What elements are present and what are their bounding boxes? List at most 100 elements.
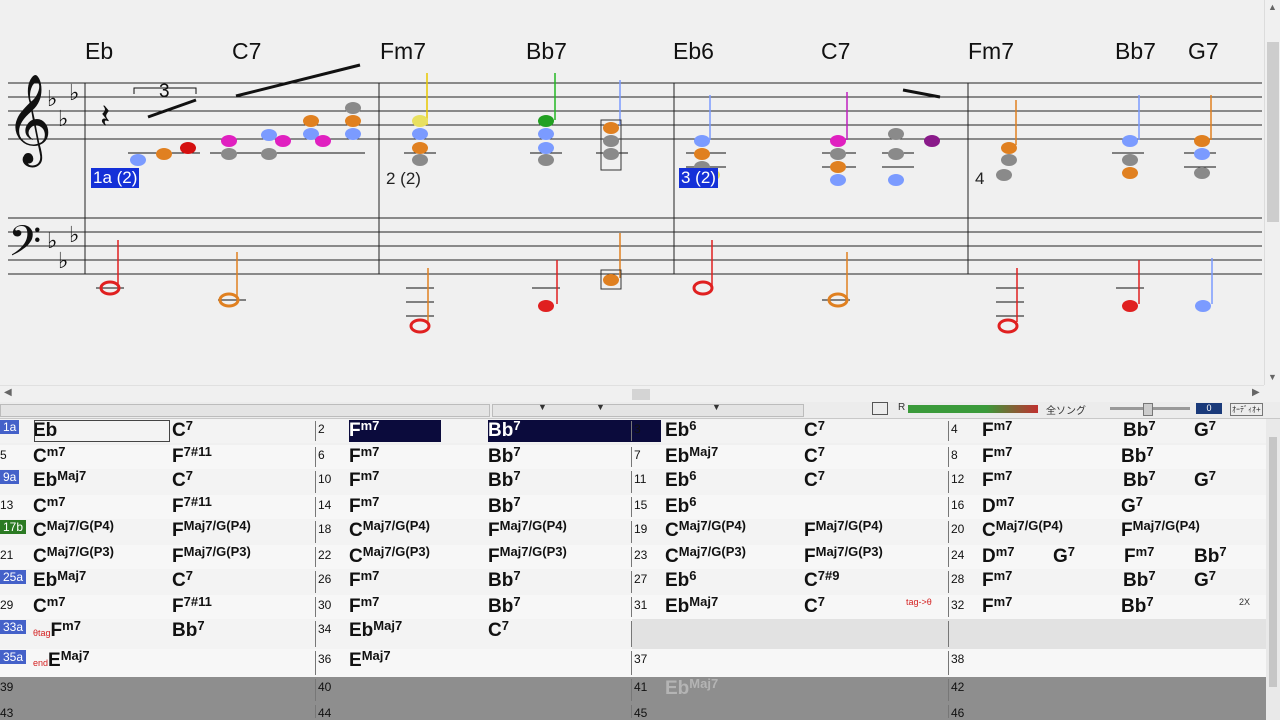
chord-symbol[interactable]: Fm7 xyxy=(982,594,1012,618)
bar-number[interactable]: 16 xyxy=(951,498,964,512)
chord-symbol[interactable]: C7 xyxy=(804,444,825,468)
part-marker[interactable]: 17b xyxy=(0,520,27,534)
chord-symbol[interactable]: C7 xyxy=(804,468,825,492)
chord-symbol[interactable]: Eb6 xyxy=(665,418,697,442)
bar-number[interactable]: 32 xyxy=(951,598,964,612)
chord-symbol[interactable]: Bb7 xyxy=(172,618,205,642)
chord-symbol[interactable]: FMaj7/G(P3) xyxy=(804,544,883,568)
bar-number[interactable]: 2 xyxy=(318,422,325,436)
chord-symbol[interactable]: CMaj7/G(P4) xyxy=(665,518,746,542)
chord-symbol[interactable]: EbMaj7 xyxy=(349,618,402,642)
chord-symbol[interactable]: F7#11 xyxy=(172,444,212,468)
chord-symbol[interactable]: Fm7 xyxy=(982,418,1012,442)
chord-symbol[interactable]: Eb6 xyxy=(665,468,697,492)
chord-symbol[interactable]: EbMaj7 xyxy=(665,594,718,618)
bar-number[interactable]: 5 xyxy=(0,448,7,462)
chord-symbol[interactable]: Eb6 xyxy=(665,568,697,592)
scroll-down-icon[interactable]: ▼ xyxy=(1268,372,1277,382)
bar-number[interactable]: 12 xyxy=(951,472,964,486)
chord-symbol[interactable]: Cm7 xyxy=(33,594,66,618)
bar-number[interactable]: 29 xyxy=(0,598,13,612)
bar-number[interactable]: 46 xyxy=(951,706,964,720)
bar-number[interactable]: 3 xyxy=(634,422,641,436)
section-label[interactable]: 1a (2) xyxy=(91,168,140,188)
chord-symbol[interactable]: G7 xyxy=(1121,494,1143,518)
bar-number[interactable]: 6 xyxy=(318,448,325,462)
bar-number[interactable]: 26 xyxy=(318,572,331,586)
chord-symbol[interactable]: EbMaj7 xyxy=(33,468,86,492)
toolbar-panel[interactable] xyxy=(0,404,490,417)
chord-symbol[interactable]: Bb7 xyxy=(1121,444,1154,468)
chord-symbol[interactable]: endEMaj7 xyxy=(33,648,90,672)
chord-symbol[interactable]: Fm7 xyxy=(349,494,379,518)
monitor-icon[interactable] xyxy=(872,402,888,415)
chord-symbol[interactable]: C7 xyxy=(804,594,825,618)
chord-symbol[interactable]: C7 xyxy=(172,468,193,492)
bar-number[interactable]: 27 xyxy=(634,572,647,586)
chord-symbol[interactable]: Fm7 xyxy=(349,594,379,618)
section-label[interactable]: 3 (2) xyxy=(679,168,718,188)
chord-symbol[interactable]: CMaj7/G(P4) xyxy=(349,518,430,542)
chord-symbol[interactable]: CMaj7/G(P3) xyxy=(349,544,430,568)
chord-symbol[interactable]: EbMaj7 xyxy=(33,568,86,592)
chord-symbol[interactable]: G7 xyxy=(1194,418,1216,442)
bar-number[interactable]: 23 xyxy=(634,548,647,562)
chord-symbol[interactable]: CMaj7/G(P3) xyxy=(665,544,746,568)
bar-number[interactable]: 10 xyxy=(318,472,331,486)
chord-symbol[interactable]: Fm7 xyxy=(349,444,379,468)
bar-number[interactable]: 41 xyxy=(634,680,647,694)
scroll-left-icon[interactable]: ◀ xyxy=(4,387,12,398)
chord-symbol[interactable]: Fm7 xyxy=(1124,544,1154,568)
chord-symbol[interactable]: Dm7 xyxy=(982,544,1015,568)
chord-symbol[interactable]: FMaj7/G(P4) xyxy=(804,518,883,542)
bar-number[interactable]: 15 xyxy=(634,498,647,512)
chord-symbol[interactable]: FMaj7/G(P4) xyxy=(172,518,251,542)
chord-symbol[interactable]: C7 xyxy=(172,418,193,442)
chord-symbol[interactable]: Bb7 xyxy=(1121,594,1154,618)
bar-number[interactable]: 30 xyxy=(318,598,331,612)
chord-symbol[interactable]: Cm7 xyxy=(33,444,66,468)
chord-symbol[interactable]: EbMaj7 xyxy=(665,444,718,468)
edit-cursor[interactable] xyxy=(34,420,170,442)
chord-symbol[interactable]: C7 xyxy=(488,618,509,642)
chord-symbol[interactable]: G7 xyxy=(1194,468,1216,492)
bar-number[interactable]: 7 xyxy=(634,448,641,462)
chord-symbol[interactable]: FMaj7/G(P3) xyxy=(172,544,251,568)
chord-symbol[interactable]: Fm7 xyxy=(349,568,379,592)
chord-symbol[interactable]: FMaj7/G(P3) xyxy=(488,544,567,568)
dropdown-arrow-icon[interactable]: ▼ xyxy=(538,402,547,412)
bar-number[interactable]: 4 xyxy=(951,422,958,436)
dropdown-arrow-icon[interactable]: ▼ xyxy=(712,402,721,412)
chord-symbol[interactable]: F7#11 xyxy=(172,594,212,618)
part-marker[interactable]: 33a xyxy=(0,620,27,634)
notation-horizontal-scrollbar[interactable]: ◀ ▶ xyxy=(0,385,1264,403)
bar-number[interactable]: 34 xyxy=(318,622,331,636)
bar-number[interactable]: 19 xyxy=(634,522,647,536)
notation-view[interactable]: 𝄞 𝄢 ♭ ♭ ♭ ♭ ♭ ♭ 𝄽 Eb C7 Fm7 Bb7 Eb6 C7 F… xyxy=(0,0,1262,385)
chord-symbol[interactable]: G7 xyxy=(1053,544,1075,568)
bar-number[interactable]: 44 xyxy=(318,706,331,720)
scroll-right-icon[interactable]: ▶ xyxy=(1252,387,1260,398)
chord-symbol[interactable]: Bb7 xyxy=(1123,468,1156,492)
chord-symbol[interactable]: Fm7 xyxy=(982,468,1012,492)
scroll-thumb[interactable] xyxy=(1269,437,1277,687)
chord-symbol[interactable]: Bb7 xyxy=(1194,544,1227,568)
chord-symbol[interactable]: θtagFm7 xyxy=(33,618,81,642)
bar-number[interactable]: 43 xyxy=(0,706,13,720)
bar-number[interactable]: 40 xyxy=(318,680,331,694)
chord-symbol[interactable]: Bb7 xyxy=(488,568,521,592)
chord-symbol[interactable]: C7 xyxy=(172,568,193,592)
chord-symbol[interactable]: Bb7 xyxy=(1123,568,1156,592)
bar-number[interactable]: 13 xyxy=(0,498,13,512)
scroll-thumb[interactable] xyxy=(1267,42,1279,222)
chord-symbol[interactable]: EbMaj7 xyxy=(665,676,718,700)
chord-symbol[interactable]: CMaj7/G(P3) xyxy=(33,544,114,568)
bar-number[interactable]: 14 xyxy=(318,498,331,512)
chord-symbol[interactable]: Bb7 xyxy=(488,594,521,618)
chord-symbol[interactable]: EMaj7 xyxy=(349,648,391,672)
scroll-thumb[interactable] xyxy=(632,389,650,400)
notation-vertical-scrollbar[interactable]: ▲ ▼ xyxy=(1264,0,1280,385)
chord-symbol[interactable]: Eb6 xyxy=(665,494,697,518)
chord-symbol[interactable]: F7#11 xyxy=(172,494,212,518)
section-label[interactable]: 2 (2) xyxy=(386,169,421,189)
